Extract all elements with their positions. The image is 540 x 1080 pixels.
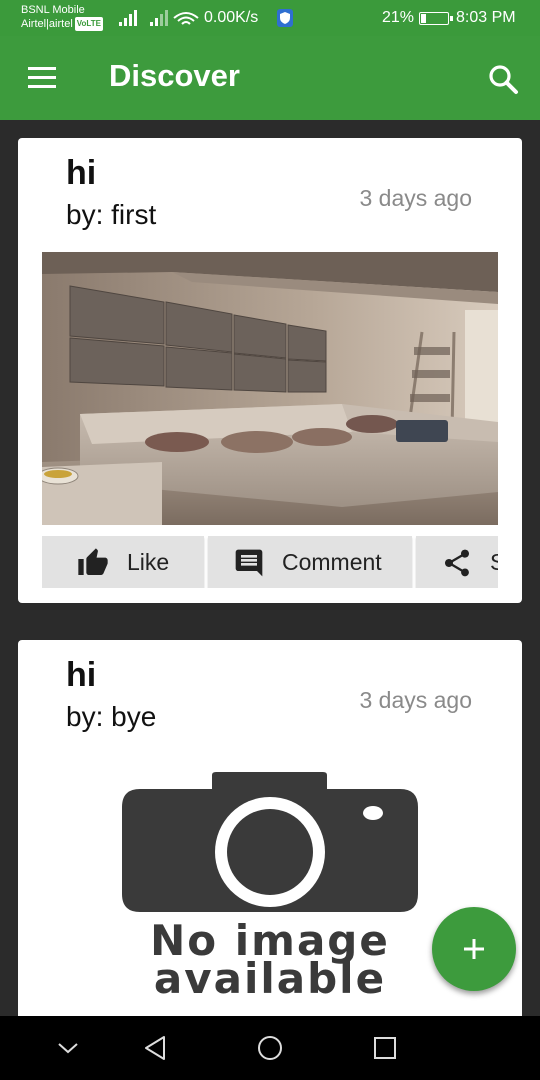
thumb-up-icon <box>78 548 108 575</box>
share-button[interactable]: S <box>416 536 498 588</box>
vpn-shield-icon <box>277 9 293 27</box>
like-button[interactable]: Like <box>42 536 204 588</box>
camera-icon: No image available <box>122 772 418 1003</box>
share-icon <box>445 549 469 577</box>
living-room-photo <box>42 252 498 525</box>
post-author: by: bye <box>66 701 157 732</box>
comment-button[interactable]: Comment <box>208 536 412 588</box>
clock: 8:03 PM <box>456 9 516 26</box>
home-icon[interactable] <box>256 1034 284 1062</box>
battery-percent: 21% <box>382 9 415 26</box>
battery-icon <box>419 12 453 25</box>
carrier-info: BSNL Mobile Airtel|airtel VoLTE <box>21 3 103 31</box>
recents-icon[interactable] <box>372 1035 398 1061</box>
comment-icon <box>235 549 263 577</box>
post-actions: Like Comment S <box>42 536 498 588</box>
back-icon[interactable] <box>142 1034 168 1062</box>
post-image[interactable] <box>42 252 498 525</box>
carrier-1: BSNL Mobile <box>21 4 85 16</box>
carrier-2: Airtel|airtel <box>21 18 73 30</box>
signal-icon-1 <box>119 10 137 26</box>
search-icon[interactable] <box>486 62 520 96</box>
plus-icon <box>464 939 484 959</box>
chevron-down-icon[interactable] <box>56 1040 80 1056</box>
post-title: hi <box>66 656 97 694</box>
share-label: S <box>490 549 498 575</box>
post-time: 3 days ago <box>359 687 472 713</box>
net-speed: 0.00K/s <box>204 9 259 26</box>
comment-label: Comment <box>282 549 382 575</box>
post-time: 3 days ago <box>359 185 472 211</box>
no-image-placeholder: No image available <box>118 772 423 1003</box>
signal-icon-2 <box>150 10 168 26</box>
app-bar: Discover <box>0 36 540 120</box>
page-title: Discover <box>109 58 240 93</box>
volte-badge: VoLTE <box>74 17 103 31</box>
post-card[interactable]: hi by: first 3 days ago Like Comment S <box>18 138 522 603</box>
post-title: hi <box>66 154 97 192</box>
status-bar: BSNL Mobile Airtel|airtel VoLTE 0.00K/s 2… <box>0 0 540 36</box>
menu-icon[interactable] <box>28 67 56 89</box>
post-author: by: first <box>66 199 157 230</box>
like-label: Like <box>127 549 170 575</box>
add-post-button[interactable] <box>432 907 516 991</box>
system-nav-bar <box>0 1016 540 1080</box>
wifi-icon <box>173 12 199 25</box>
no-image-line-2: available <box>154 954 386 997</box>
